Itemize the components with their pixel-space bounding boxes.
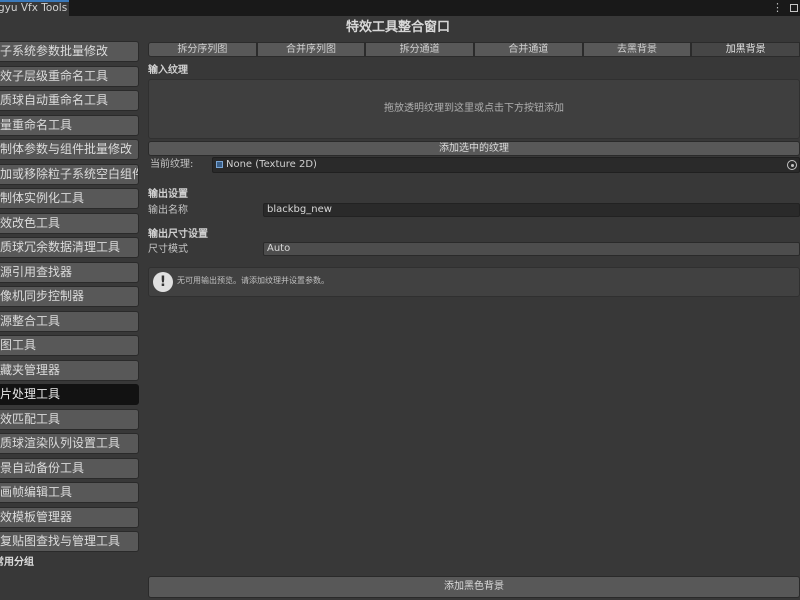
page-title: 特效工具整合窗口 (0, 16, 800, 40)
window-tab[interactable]: gyu Vfx Tools (0, 0, 69, 16)
sidebar-item[interactable]: 子系统参数批量修改 (0, 41, 139, 62)
tab-merge-sequence[interactable]: 合并序列图 (256, 42, 366, 57)
sidebar-item[interactable]: 效子层级重命名工具 (0, 66, 139, 87)
sidebar-item[interactable]: 藏夹管理器 (0, 360, 139, 381)
current-texture-label: 当前纹理: (150, 159, 194, 170)
sidebar-item[interactable]: 效改色工具 (0, 213, 139, 234)
sidebar-item[interactable]: 质球渲染队列设置工具 (0, 433, 139, 454)
help-box: ! 无可用输出预览。请添加纹理并设置参数。 (148, 267, 800, 297)
texture-icon (216, 161, 223, 168)
texture-dropzone[interactable]: 拖放透明纹理到这里或点击下方按钮添加 (148, 79, 800, 139)
window-tab-label: gyu Vfx Tools (0, 2, 68, 14)
size-mode-dropdown[interactable]: Auto (263, 242, 800, 256)
warning-icon: ! (153, 272, 173, 292)
input-section-label: 输入纹理 (148, 65, 188, 76)
sidebar-item[interactable]: 画帧编辑工具 (0, 482, 139, 503)
current-texture-value: None (Texture 2D) (226, 159, 317, 170)
sidebar-item[interactable]: 质球自动重命名工具 (0, 90, 139, 111)
output-name-field[interactable]: blackbg_new (263, 203, 800, 217)
help-text: 无可用输出预览。请添加纹理并设置参数。 (177, 276, 329, 285)
maximize-icon[interactable] (790, 4, 798, 12)
sidebar-item[interactable]: 源整合工具 (0, 311, 139, 332)
sidebar-group-label: 常用分组 (0, 557, 34, 568)
sidebar-item[interactable]: 效模板管理器 (0, 507, 139, 528)
tab-split-channel[interactable]: 拆分通道 (365, 42, 475, 57)
sidebar-item[interactable]: 制体参数与组件批量修改 (0, 139, 139, 160)
sidebar-item[interactable]: 量重命名工具 (0, 115, 139, 136)
sidebar-item[interactable]: 质球冗余数据清理工具 (0, 237, 139, 258)
main-panel: 拆分序列图 合并序列图 拆分通道 合并通道 去黑背景 加黑背景 输入纹理 拖放透… (148, 40, 800, 600)
output-name-label: 输出名称 (148, 205, 188, 216)
sidebar-item[interactable]: 图工具 (0, 335, 139, 356)
sidebar-item[interactable]: 像机同步控制器 (0, 286, 139, 307)
editor-tab-strip: gyu Vfx Tools ⋮ (0, 0, 800, 16)
tab-remove-black-bg[interactable]: 去黑背景 (582, 42, 692, 57)
sidebar-item[interactable]: 源引用查找器 (0, 262, 139, 283)
page-title-text: 特效工具整合窗口 (345, 20, 450, 35)
output-size-section-label: 输出尺寸设置 (148, 229, 208, 240)
sidebar-item[interactable]: 效匹配工具 (0, 409, 139, 430)
sidebar-item[interactable]: 加或移除粒子系统空白组件 (0, 164, 139, 185)
output-section-label: 输出设置 (148, 189, 188, 200)
object-picker-icon[interactable] (787, 160, 797, 170)
size-mode-label: 尺寸模式 (148, 244, 188, 255)
tab-split-sequence[interactable]: 拆分序列图 (148, 42, 257, 57)
tab-add-black-bg[interactable]: 加黑背景 (691, 42, 800, 57)
current-texture-field[interactable]: None (Texture 2D) (212, 157, 800, 173)
sidebar-item-active[interactable]: 片处理工具 (0, 384, 139, 405)
add-black-background-button[interactable]: 添加黑色背景 (148, 576, 800, 598)
add-selected-texture-button[interactable]: 添加选中的纹理 (148, 141, 800, 156)
tab-merge-channel[interactable]: 合并通道 (474, 42, 583, 57)
tab-menu-icon[interactable]: ⋮ (772, 0, 783, 16)
sidebar-item[interactable]: 景自动备份工具 (0, 458, 139, 479)
sidebar-item[interactable]: 制体实例化工具 (0, 188, 139, 209)
mode-toolbar: 拆分序列图 合并序列图 拆分通道 合并通道 去黑背景 加黑背景 (148, 42, 800, 57)
sidebar-item[interactable]: 复贴图查找与管理工具 (0, 531, 139, 552)
sidebar: 子系统参数批量修改 效子层级重命名工具 质球自动重命名工具 量重命名工具 制体参… (0, 40, 140, 600)
